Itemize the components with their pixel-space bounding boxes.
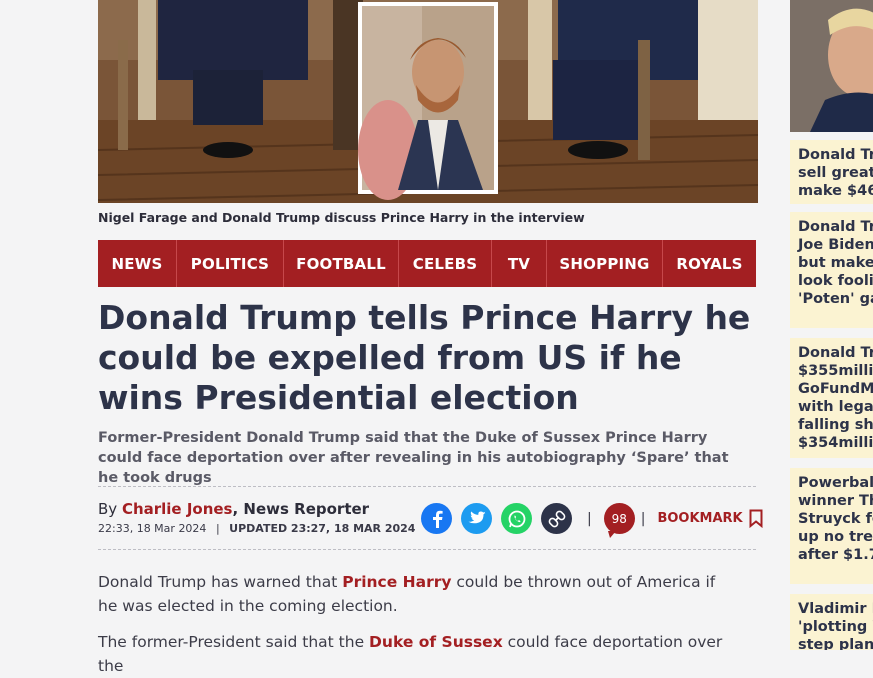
story-line: Donald Tru <box>798 345 873 361</box>
share-bar: | 98 | BOOKMARK <box>421 503 763 538</box>
paragraph-text: Donald Trump has warned that <box>98 573 343 591</box>
story-line: Struyck for <box>798 511 873 527</box>
published-date: 22:33, 18 Mar 2024 <box>98 522 207 535</box>
story-line: look foolis <box>798 273 873 289</box>
sidebar-story[interactable]: Powerball winner The Struyck for up no t… <box>790 468 873 584</box>
story-line: Joe Biden' <box>798 237 873 253</box>
story-line: with legal f <box>798 399 873 415</box>
related-sidebar: Donald Tru sell great a make $464 Donald… <box>790 0 873 650</box>
prince-harry-link[interactable]: Prince Harry <box>342 573 451 591</box>
divider <box>98 486 756 487</box>
share-separator-2: | <box>640 510 646 527</box>
link-icon[interactable] <box>541 503 572 534</box>
sidebar-story[interactable]: Vladimir P 'plotting W step plan r <box>790 594 873 650</box>
story-line: falling shor <box>798 417 873 433</box>
story-line: Powerball <box>798 475 873 491</box>
article-standfirst: Former-President Donald Trump said that … <box>98 430 729 486</box>
sidebar-thumbnail[interactable] <box>790 0 873 132</box>
article-paragraph: The former-President said that the Duke … <box>98 630 738 678</box>
section-nav: NEWS POLITICS FOOTBALL CELEBS TV SHOPPIN… <box>98 240 756 287</box>
nav-item-news[interactable]: NEWS <box>98 240 177 287</box>
nav-item-shopping[interactable]: SHOPPING <box>547 240 663 287</box>
nav-item-tv[interactable]: TV <box>492 240 547 287</box>
hero-caption: Nigel Farage and Donald Trump discuss Pr… <box>98 210 585 225</box>
story-line: step plan r <box>798 637 873 650</box>
date-separator: | <box>215 522 220 535</box>
story-line: Donald Tru <box>798 147 873 163</box>
duke-of-sussex-link[interactable]: Duke of Sussex <box>369 633 503 651</box>
story-line: Donald Tru <box>798 219 873 235</box>
sidebar-story[interactable]: Donald Tru Joe Biden' but makes look foo… <box>790 212 873 328</box>
nav-item-football[interactable]: FOOTBALL <box>284 240 399 287</box>
author-link[interactable]: Charlie Jones <box>122 500 233 518</box>
story-line: Vladimir P <box>798 601 873 617</box>
divider <box>98 549 756 550</box>
article-dates: 22:33, 18 Mar 2024 | UPDATED 23:27, 18 M… <box>98 522 415 535</box>
twitter-icon[interactable] <box>461 503 492 534</box>
sidebar-story[interactable]: Donald Tru $355millio GoFundMe with lega… <box>790 338 873 458</box>
nav-item-royals[interactable]: ROYALS <box>663 240 756 287</box>
whatsapp-icon[interactable] <box>501 503 532 534</box>
byline-prefix: By <box>98 500 122 518</box>
story-line: after $1.76 <box>798 547 873 563</box>
updated-date: UPDATED 23:27, 18 MAR 2024 <box>229 522 416 535</box>
facebook-icon[interactable] <box>421 503 452 534</box>
story-line: make $464 <box>798 183 873 199</box>
story-line: up no tresp <box>798 529 873 545</box>
story-line: $354millio <box>798 435 873 451</box>
story-line: $355millio <box>798 363 873 379</box>
nav-item-politics[interactable]: POLITICS <box>177 240 284 287</box>
bookmark-icon <box>749 509 763 528</box>
bookmark-label: BOOKMARK <box>657 511 743 526</box>
article-paragraph: Donald Trump has warned that Prince Harr… <box>98 570 738 618</box>
story-line: winner The <box>798 493 873 509</box>
speech-tail-icon <box>607 531 616 538</box>
story-line: sell great a <box>798 165 873 181</box>
article-headline: Donald Trump tells Prince Harry he could… <box>98 298 751 417</box>
bookmark-button[interactable]: BOOKMARK <box>657 509 763 528</box>
share-separator: | <box>587 510 592 527</box>
paragraph-text: The former-President said that the <box>98 633 370 651</box>
nav-item-celebs[interactable]: CELEBS <box>399 240 492 287</box>
comment-count: 98 <box>611 511 627 526</box>
sidebar-story[interactable]: Donald Tru sell great a make $464 <box>790 140 873 204</box>
byline: By Charlie Jones, News Reporter <box>98 500 369 518</box>
story-line: 'plotting W <box>798 619 873 635</box>
comments-button[interactable]: 98 <box>603 503 635 538</box>
story-line: GoFundMe <box>798 381 873 397</box>
story-line: 'Poten' gaf <box>798 291 873 307</box>
hero-image <box>98 0 758 203</box>
author-role: , News Reporter <box>232 500 370 518</box>
story-line: but makes <box>798 255 873 271</box>
